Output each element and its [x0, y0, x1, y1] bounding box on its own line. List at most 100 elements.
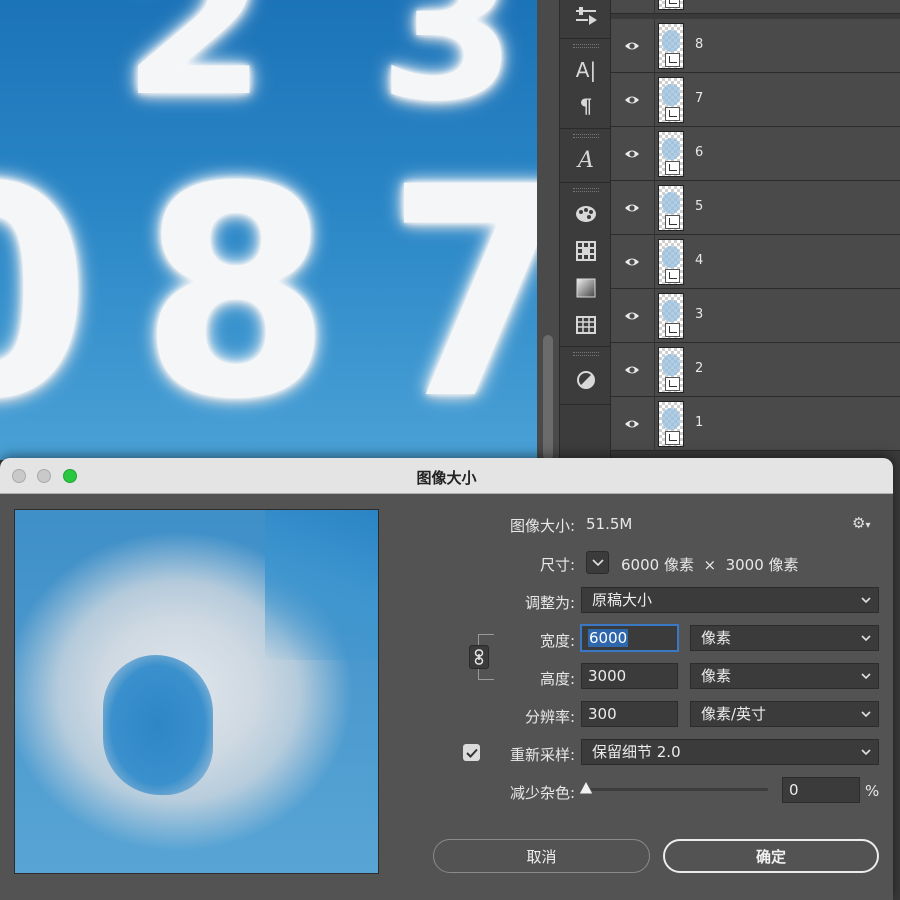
canvas-scrollbar-thumb[interactable] [543, 335, 553, 460]
layer-divider [654, 289, 655, 343]
cloud-digit-8: 8 [140, 126, 332, 460]
width-label: 宽度: [539, 632, 575, 650]
image-size-dialog: 图像大小 图像大小: 51.5M ⚙▾ 尺寸: 6000 像素 × 3000 像… [0, 458, 893, 900]
height-input[interactable]: 3000 [581, 663, 678, 689]
patterns-icon[interactable] [570, 237, 602, 265]
visibility-eye-icon[interactable] [623, 308, 641, 324]
image-size-label: 图像大小: [509, 517, 575, 535]
noise-unit: % [865, 782, 880, 800]
layer-row[interactable]: 7 [611, 73, 900, 127]
gradient-icon[interactable] [570, 274, 602, 302]
visibility-eye-icon[interactable] [623, 416, 641, 432]
cloud-digit-0: 0 [0, 150, 92, 440]
layer-name[interactable]: 1 [695, 415, 703, 430]
visibility-eye-icon[interactable] [623, 146, 641, 162]
chevron-down-icon [861, 635, 871, 642]
noise-input[interactable]: 0 [782, 777, 860, 803]
layer-name[interactable]: 8 [695, 37, 703, 52]
layer-divider [654, 235, 655, 289]
layer-thumbnail [658, 347, 684, 393]
layer-name[interactable]: 5 [695, 199, 703, 214]
reduce-noise-label: 减少杂色: [509, 784, 575, 802]
width-unit-value: 像素 [701, 629, 732, 647]
cancel-button[interactable]: 取消 [433, 839, 650, 873]
layer-row[interactable]: 5 [611, 181, 900, 235]
document-canvas[interactable]: 2 3 8 7 0 [0, 0, 537, 460]
height-label: 高度: [539, 670, 575, 688]
noise-slider-track[interactable] [585, 788, 768, 791]
dimensions-dropdown[interactable] [586, 551, 609, 574]
cancel-button-label: 取消 [526, 847, 557, 866]
layer-divider [654, 73, 655, 127]
swatches-icon[interactable] [570, 200, 602, 228]
gear-icon[interactable]: ⚙▾ [852, 514, 870, 532]
toolbar-grip[interactable] [573, 352, 599, 356]
layer-row[interactable]: 4 [611, 235, 900, 289]
toolbar-grip[interactable] [573, 188, 599, 192]
adjustments-icon[interactable] [570, 366, 602, 394]
chevron-down-icon [861, 597, 871, 604]
layer-thumbnail [658, 23, 684, 69]
chevron-down-icon [861, 749, 871, 756]
dimensions-value: 6000 像素 × 3000 像素 [621, 556, 799, 574]
width-input[interactable]: 6000 [581, 625, 678, 651]
panel-toolbar: A| ¶ A [559, 0, 611, 460]
chevron-down-icon [861, 673, 871, 680]
character-icon[interactable]: A| [570, 56, 602, 84]
photoshop-window: 2 3 8 7 0 A| ¶ A [0, 0, 900, 900]
fit-to-select[interactable]: 原稿大小 [581, 587, 879, 613]
height-value: 3000 [588, 667, 627, 685]
noise-slider-handle[interactable] [578, 780, 594, 796]
dimensions-label: 尺寸: [539, 556, 575, 574]
layer-divider [654, 19, 655, 73]
glyphs-icon[interactable]: A [570, 146, 602, 174]
toolbar-grip[interactable] [573, 44, 599, 48]
layers-panel: 8 7 6 5 4 3 2 1 [611, 0, 900, 460]
layer-row[interactable]: 6 [611, 127, 900, 181]
layer-divider [654, 181, 655, 235]
visibility-eye-icon[interactable] [623, 254, 641, 270]
cloud-digit-3: 3 [378, 0, 518, 146]
layer-row[interactable]: 3 [611, 289, 900, 343]
resolution-input[interactable]: 300 [581, 701, 678, 727]
height-unit-value: 像素 [701, 667, 732, 685]
height-unit-select[interactable]: 像素 [690, 663, 879, 689]
chevron-down-icon [861, 711, 871, 718]
resample-label: 重新采样: [509, 746, 575, 764]
layer-row[interactable]: 1 [611, 397, 900, 451]
layer-row[interactable]: 8 [611, 19, 900, 73]
layer-name[interactable]: 4 [695, 253, 703, 268]
resample-value: 保留细节 2.0 [592, 743, 681, 761]
resample-select[interactable]: 保留细节 2.0 [581, 739, 879, 765]
layer-divider [654, 127, 655, 181]
visibility-eye-icon[interactable] [623, 92, 641, 108]
visibility-eye-icon[interactable] [623, 38, 641, 54]
fit-to-label: 调整为: [524, 594, 575, 612]
layer-thumbnail [658, 77, 684, 123]
resolution-value: 300 [588, 705, 617, 723]
toolbar-grip[interactable] [573, 134, 599, 138]
resolution-label: 分辨率: [524, 708, 575, 726]
visibility-eye-icon[interactable] [623, 200, 641, 216]
layer-row-partial[interactable] [611, 0, 900, 14]
canvas-scrollbar[interactable] [537, 0, 559, 460]
fit-to-value: 原稿大小 [592, 591, 653, 609]
grid-icon[interactable] [570, 311, 602, 339]
image-preview[interactable] [14, 509, 379, 874]
dialog-titlebar[interactable]: 图像大小 [0, 458, 893, 494]
visibility-eye-icon[interactable] [623, 362, 641, 378]
layer-name[interactable]: 3 [695, 307, 703, 322]
layer-row[interactable]: 2 [611, 343, 900, 397]
noise-value: 0 [789, 781, 799, 799]
paragraph-icon[interactable]: ¶ [570, 92, 602, 120]
sliders-icon[interactable] [570, 3, 602, 31]
layer-thumbnail [658, 0, 684, 10]
ok-button[interactable]: 确定 [663, 839, 879, 873]
layer-name[interactable]: 7 [695, 91, 703, 106]
resolution-unit-select[interactable]: 像素/英寸 [690, 701, 879, 727]
layer-name[interactable]: 2 [695, 361, 703, 376]
layer-name[interactable]: 6 [695, 145, 703, 160]
cloud-digit-7: 7 [386, 150, 537, 440]
width-value: 6000 [588, 629, 629, 647]
width-unit-select[interactable]: 像素 [690, 625, 879, 651]
